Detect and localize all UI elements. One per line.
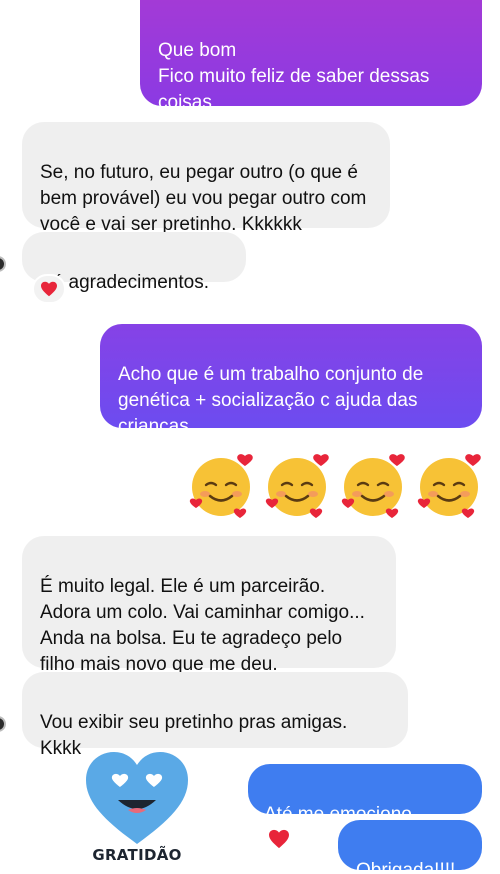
outgoing-message[interactable]: Acho que é um trabalho conjunto de genét… [100, 324, 482, 437]
emoji-message[interactable] [188, 450, 488, 524]
red-heart-icon [269, 829, 289, 849]
smiling-face-with-hearts-icon [341, 454, 405, 518]
heart-eyes-heart-sticker [86, 752, 188, 844]
message-text: É muito legal. Ele é um parceirão. Adora… [40, 576, 365, 675]
outgoing-message[interactable]: Até me emociono [248, 764, 482, 849]
sticker-label: GRATIDÃO [92, 846, 182, 864]
incoming-message[interactable]: Se, no futuro, eu pegar outro (o que é b… [22, 122, 390, 235]
message-text: Se, no futuro, eu pegar outro (o que é b… [40, 162, 367, 235]
smiling-face-with-hearts-icon [265, 454, 329, 518]
outgoing-message[interactable]: Obrigada!!!! [338, 820, 482, 874]
smiling-face-with-hearts-icon [189, 454, 253, 518]
red-heart-icon [41, 281, 57, 297]
message-text: Obrigada!!!! [356, 860, 456, 874]
sender-avatar[interactable] [0, 256, 6, 272]
gratidao-sticker[interactable]: GRATIDÃO [82, 748, 192, 870]
message-text: Que bom Fico muito feliz de saber dessas… [158, 40, 430, 113]
incoming-message[interactable]: Vou exibir seu pretinho pras amigas. Kkk… [22, 672, 408, 759]
incoming-message[interactable]: É muito legal. Ele é um parceirão. Adora… [22, 536, 396, 675]
message-text: Acho que é um trabalho conjunto de genét… [118, 364, 424, 437]
sender-avatar[interactable] [0, 716, 6, 732]
outgoing-message[interactable]: Que bom Fico muito feliz de saber dessas… [140, 0, 482, 113]
smiling-face-with-hearts-icon [417, 454, 481, 518]
message-reaction[interactable] [32, 274, 66, 304]
